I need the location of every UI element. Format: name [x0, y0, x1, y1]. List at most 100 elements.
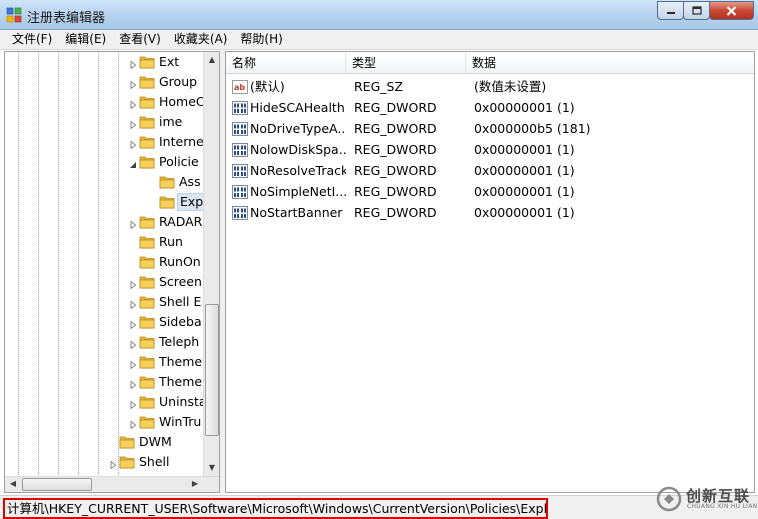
- key-tree-pane[interactable]: Ext Group HomeC ime Interne Policie Ass Exp RADA…: [4, 51, 220, 493]
- close-icon: [726, 5, 737, 16]
- tree-item-label: Run: [159, 234, 183, 249]
- column-header-type[interactable]: 类型: [346, 52, 466, 74]
- value-name: NoDriveTypeA...: [250, 121, 346, 136]
- minimize-icon: [666, 11, 675, 14]
- collapsed-arrow-icon[interactable]: [129, 118, 137, 130]
- tree-item[interactable]: Theme: [5, 352, 205, 372]
- scroll-up-icon[interactable]: ▲: [205, 54, 219, 66]
- maximize-icon: [691, 6, 702, 15]
- tree-item[interactable]: Ass: [5, 172, 205, 192]
- registry-editor-icon: [6, 7, 22, 23]
- value-row[interactable]: ab (默认) REG_SZ (数值未设置): [226, 76, 746, 97]
- collapsed-arrow-icon[interactable]: [129, 398, 137, 410]
- dword-value-icon: [232, 184, 248, 200]
- tree-item[interactable]: Teleph: [5, 332, 205, 352]
- collapsed-arrow-icon[interactable]: [129, 358, 137, 370]
- folder-icon: [139, 54, 155, 70]
- tree-item-label: Ass: [179, 174, 201, 189]
- collapsed-arrow-icon[interactable]: [129, 98, 137, 110]
- tree-item[interactable]: Screen: [5, 272, 205, 292]
- scroll-down-icon[interactable]: ▼: [205, 462, 219, 474]
- value-row[interactable]: NoSimpleNetI... REG_DWORD 0x00000001 (1): [226, 181, 746, 202]
- tree-item[interactable]: Policie: [5, 152, 205, 172]
- tree-item[interactable]: Sideba: [5, 312, 205, 332]
- tree-item[interactable]: Group: [5, 72, 205, 92]
- folder-icon: [139, 254, 155, 270]
- folder-icon: [139, 214, 155, 230]
- close-button[interactable]: [709, 1, 754, 20]
- list-header: 名称 类型 数据: [226, 52, 754, 74]
- collapsed-arrow-icon[interactable]: [129, 338, 137, 350]
- folder-icon: [139, 314, 155, 330]
- collapsed-arrow-icon[interactable]: [129, 318, 137, 330]
- tree-item-label: RADAR: [159, 214, 203, 229]
- window-title: 注册表编辑器: [27, 11, 106, 26]
- folder-icon: [139, 274, 155, 290]
- value-list-pane: 名称 类型 数据 ab (默认) REG_SZ (数值未设置) HideSCAHealt…: [225, 51, 755, 493]
- scroll-right-icon[interactable]: ▶: [188, 478, 202, 490]
- menu-help[interactable]: 帮助(H): [234, 30, 287, 49]
- tree-item[interactable]: RADAR: [5, 212, 205, 232]
- column-header-name[interactable]: 名称: [226, 52, 346, 74]
- menu-edit[interactable]: 编辑(E): [59, 30, 111, 49]
- tree-item[interactable]: Exp: [5, 192, 205, 212]
- value-row[interactable]: NoDriveTypeA... REG_DWORD 0x000000b5 (181): [226, 118, 746, 139]
- tree-item-label: Ext: [159, 54, 180, 69]
- value-row[interactable]: NoResolveTrack REG_DWORD 0x00000001 (1): [226, 160, 746, 181]
- value-row[interactable]: NoStartBanner REG_DWORD 0x00000001 (1): [226, 202, 746, 223]
- tree-item[interactable]: Shell: [5, 452, 205, 472]
- tree-item-label: Sideba: [159, 314, 202, 329]
- menu-view[interactable]: 查看(V): [113, 30, 166, 49]
- folder-icon: [159, 194, 175, 210]
- watermark: 创新互联 CHUANG XIN HU LIAN: [656, 484, 758, 514]
- tree-item[interactable]: Uninsta: [5, 392, 205, 412]
- status-bar: 计算机\HKEY_CURRENT_USER\Software\Microsoft…: [0, 495, 758, 519]
- menu-file[interactable]: 文件(F): [6, 30, 57, 49]
- value-name: (默认): [250, 79, 285, 94]
- maximize-button[interactable]: [683, 1, 710, 20]
- menu-favorites[interactable]: 收藏夹(A): [168, 30, 233, 49]
- folder-icon: [139, 74, 155, 90]
- collapsed-arrow-icon[interactable]: [129, 138, 137, 150]
- tree-item-label: WinTru: [159, 414, 202, 429]
- collapsed-arrow-icon[interactable]: [129, 218, 137, 230]
- value-name: NolowDiskSpa...: [250, 142, 346, 157]
- value-row[interactable]: NolowDiskSpa... REG_DWORD 0x00000001 (1): [226, 139, 746, 160]
- column-header-data[interactable]: 数据: [466, 52, 754, 74]
- tree-item[interactable]: Shell E: [5, 292, 205, 312]
- tree-item[interactable]: Theme: [5, 372, 205, 392]
- value-row[interactable]: HideSCAHealth REG_DWORD 0x00000001 (1): [226, 97, 746, 118]
- folder-icon: [139, 154, 155, 170]
- value-type: REG_DWORD: [354, 121, 437, 136]
- folder-icon: [139, 114, 155, 130]
- tree-vertical-scroll-thumb[interactable]: [205, 304, 219, 436]
- key-tree: Ext Group HomeC ime Interne Policie Ass Exp RADA…: [5, 52, 205, 477]
- tree-item[interactable]: Ext: [5, 52, 205, 72]
- tree-vertical-scrollbar[interactable]: ▲ ▼: [203, 52, 219, 477]
- tree-item[interactable]: Run: [5, 232, 205, 252]
- collapsed-arrow-icon[interactable]: [129, 278, 137, 290]
- title-bar[interactable]: 注册表编辑器: [0, 0, 758, 30]
- tree-horizontal-scrollbar[interactable]: ◀ ▶: [5, 476, 219, 492]
- tree-item[interactable]: RunOn: [5, 252, 205, 272]
- collapsed-arrow-icon[interactable]: [129, 58, 137, 70]
- collapsed-arrow-icon[interactable]: [129, 298, 137, 310]
- tree-item[interactable]: Interne: [5, 132, 205, 152]
- minimize-button[interactable]: [657, 1, 684, 20]
- collapsed-arrow-icon[interactable]: [129, 418, 137, 430]
- registry-editor-window: 注册表编辑器 文件(F) 编辑(E) 查看(V) 收藏夹(A) 帮助(H) Ex…: [0, 0, 758, 519]
- tree-item-label: Screen: [159, 274, 202, 289]
- scroll-left-icon[interactable]: ◀: [6, 478, 20, 490]
- collapsed-arrow-icon[interactable]: [129, 78, 137, 90]
- tree-item[interactable]: HomeC: [5, 92, 205, 112]
- collapsed-arrow-icon[interactable]: [109, 458, 117, 470]
- collapsed-arrow-icon[interactable]: [129, 378, 137, 390]
- expanded-arrow-icon[interactable]: [129, 158, 137, 168]
- tree-item[interactable]: ime: [5, 112, 205, 132]
- folder-icon: [139, 354, 155, 370]
- tree-item-label: RunOn: [159, 254, 201, 269]
- tree-item[interactable]: WinTru: [5, 412, 205, 432]
- dword-value-icon: [232, 121, 248, 137]
- tree-item[interactable]: DWM: [5, 432, 205, 452]
- tree-horizontal-scroll-thumb[interactable]: [22, 478, 92, 491]
